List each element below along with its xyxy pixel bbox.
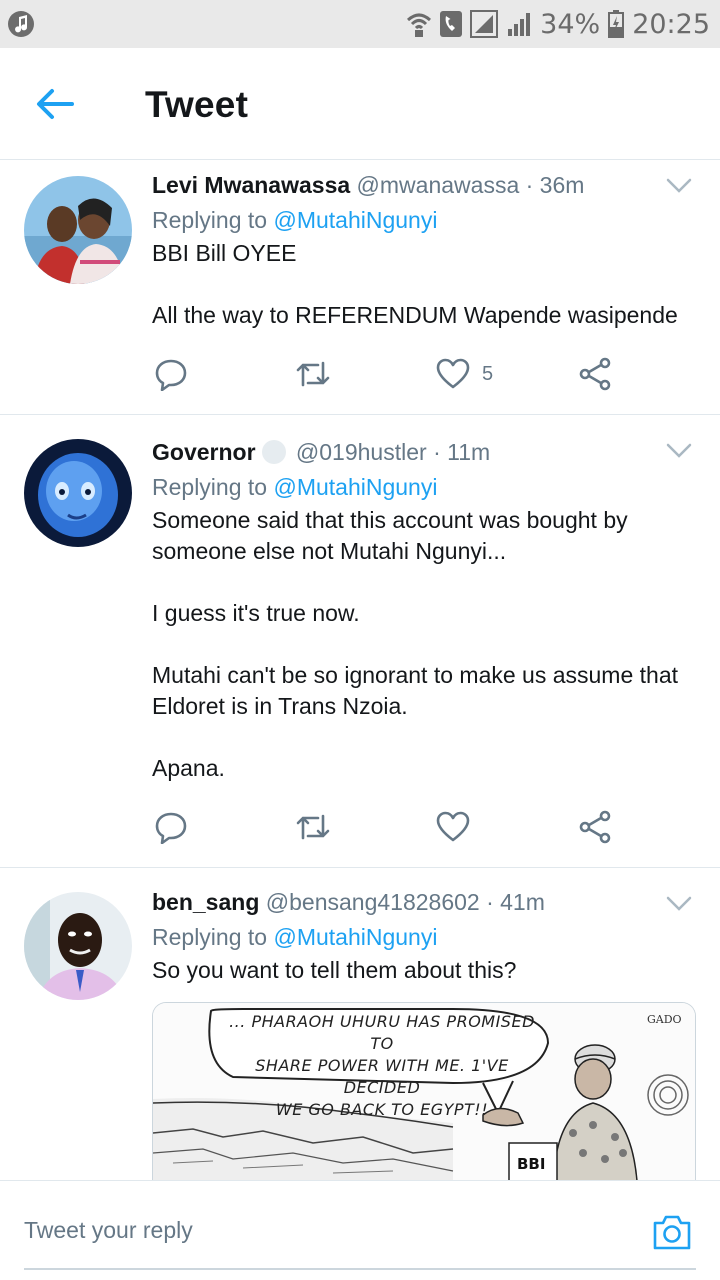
reply-prefix: Replying to (152, 924, 268, 950)
clock: 20:25 (632, 8, 710, 40)
tweet-paragraph: So you want to tell them about this? (152, 957, 517, 983)
reply-input[interactable]: Tweet your reply (24, 1217, 193, 1244)
timestamp: · 11m (433, 439, 491, 465)
tweet-header: Governor @019hustler · 11m (152, 437, 696, 467)
mention-link[interactable]: @MutahiNgunyi (273, 207, 437, 233)
retweet-button[interactable] (294, 809, 332, 845)
avatar[interactable] (24, 176, 132, 284)
tweet-text: Someone said that this account was bough… (152, 505, 696, 784)
tweet-paragraph: Apana. (152, 755, 225, 781)
camera-icon (653, 1215, 691, 1250)
tweet-paragraph: Mutahi can't be so ignorant to make us a… (152, 662, 679, 719)
like-button[interactable]: 5 (436, 356, 493, 392)
reply-context: Replying to @MutahiNgunyi (152, 921, 696, 953)
tweet-paragraph: BBI Bill OYEE (152, 240, 297, 266)
share-button[interactable] (578, 809, 612, 845)
bbi-label: BBI (517, 1155, 546, 1173)
reply-prefix: Replying to (152, 207, 268, 233)
tweet-text: BBI Bill OYEE All the way to REFERENDUM … (152, 238, 696, 331)
like-count: 5 (482, 362, 494, 385)
speech-bubble-text: ... PHARAOH UHURU HAS PROMISED TO SHARE … (217, 1011, 547, 1121)
arrow-left-icon (37, 89, 74, 119)
bubble-line: WE GO BACK TO EGYPT!! (275, 1100, 489, 1119)
artist-signature: GADO (647, 1013, 682, 1026)
handle[interactable]: @bensang41828602 (266, 889, 480, 915)
bubble-line: ... PHARAOH UHURU HAS PROMISED TO (229, 1012, 535, 1053)
tweet-image[interactable]: ... PHARAOH UHURU HAS PROMISED TO SHARE … (152, 1002, 696, 1180)
display-name[interactable]: ben_sang (152, 889, 259, 915)
reply-icon (155, 812, 187, 844)
avatar[interactable] (24, 439, 132, 547)
display-name[interactable]: Levi Mwanawassa (152, 172, 350, 198)
avatar[interactable] (24, 892, 132, 1000)
timestamp: · 36m (525, 172, 585, 198)
music-note-icon (8, 11, 34, 37)
phone-icon (440, 11, 463, 37)
handle[interactable]: @mwanawassa (357, 172, 520, 198)
camera-button[interactable] (652, 1213, 692, 1251)
retweet-button[interactable] (294, 356, 332, 392)
input-underline (24, 1268, 696, 1270)
header: Tweet (0, 48, 720, 160)
back-button[interactable] (34, 84, 78, 124)
handle[interactable]: @019hustler (296, 439, 427, 465)
reply-icon (155, 359, 187, 391)
tweet-actions (152, 809, 622, 845)
profile-badge-icon (261, 440, 286, 464)
tweet-actions: 5 (152, 356, 622, 392)
tweet-paragraph: All the way to REFERENDUM Wapende wasipe… (152, 302, 678, 328)
tweet[interactable]: ben_sang @bensang41828602 · 41m Replying… (0, 868, 720, 1180)
tweet-header: Levi Mwanawassa @mwanawassa · 36m (152, 170, 696, 200)
heart-icon (436, 358, 470, 389)
battery-percent: 34% (540, 8, 601, 40)
share-icon (579, 357, 611, 391)
tweet-text: So you want to tell them about this? (152, 955, 696, 986)
battery-icon (608, 10, 625, 38)
reply-button[interactable] (154, 356, 188, 392)
reply-context: Replying to @MutahiNgunyi (152, 204, 696, 236)
like-button[interactable] (436, 809, 482, 845)
status-icons: 34% 20:25 (406, 6, 710, 42)
bubble-line: SHARE POWER WITH ME. 1'VE DECIDED (255, 1056, 509, 1097)
share-icon (579, 810, 611, 844)
tweet-header: ben_sang @bensang41828602 · 41m (152, 887, 696, 917)
tweet-paragraph: I guess it's true now. (152, 600, 360, 626)
reply-composer: Tweet your reply (0, 1180, 720, 1280)
retweet-icon (296, 814, 330, 840)
wifi-call-icon (407, 13, 432, 37)
signal-icon (470, 10, 499, 38)
mention-link[interactable]: @MutahiNgunyi (273, 474, 437, 500)
heart-icon (436, 811, 470, 842)
tweet[interactable]: Governor @019hustler · 11m Replying to @… (0, 415, 720, 868)
display-name[interactable]: Governor (152, 439, 256, 465)
timestamp: · 41m (486, 889, 545, 915)
tweet-paragraph: Someone said that this account was bough… (152, 507, 628, 564)
mention-link[interactable]: @MutahiNgunyi (273, 924, 437, 950)
page-title: Tweet (145, 84, 249, 125)
signal-icon (508, 13, 531, 36)
retweet-icon (296, 361, 330, 387)
reply-button[interactable] (154, 809, 188, 845)
tweet[interactable]: Levi Mwanawassa @mwanawassa · 36m Replyi… (0, 160, 720, 415)
status-bar: 34% 20:25 (0, 0, 720, 48)
reply-prefix: Replying to (152, 474, 268, 500)
reply-context: Replying to @MutahiNgunyi (152, 471, 696, 503)
share-button[interactable] (578, 356, 612, 392)
